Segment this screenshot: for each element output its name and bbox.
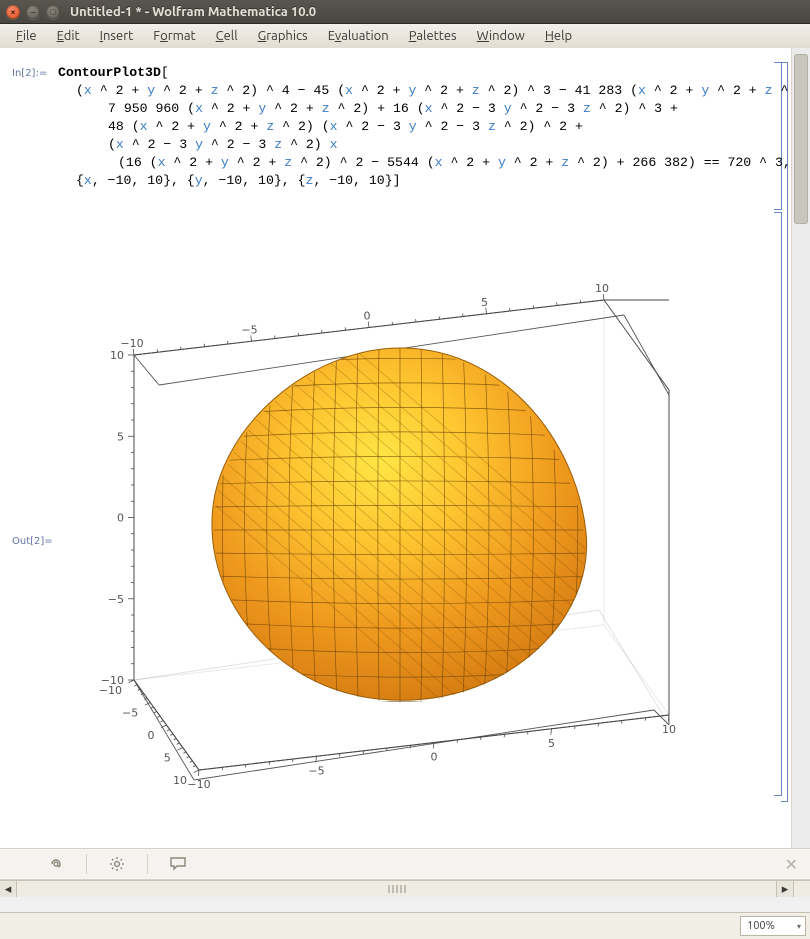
svg-text:5: 5 bbox=[481, 296, 488, 309]
window-maximize-button[interactable] bbox=[46, 5, 60, 19]
svg-text:−5: −5 bbox=[108, 593, 124, 606]
svg-text:−5: −5 bbox=[241, 323, 257, 336]
scroll-corner bbox=[793, 881, 810, 897]
svg-text:10: 10 bbox=[662, 723, 676, 736]
cell-insertion-bar[interactable]: ✕ bbox=[0, 848, 810, 880]
menu-edit[interactable]: Edit bbox=[47, 27, 90, 45]
svg-text:10: 10 bbox=[110, 349, 124, 362]
menu-window[interactable]: Window bbox=[467, 27, 535, 45]
horizontal-scroll-track[interactable] bbox=[17, 881, 776, 897]
token-function: ContourPlot3D bbox=[58, 65, 161, 80]
output-graphic-3d[interactable]: −10−50510 −10−50510 −10−50510 −10−50510 bbox=[64, 280, 744, 840]
svg-text:0: 0 bbox=[117, 512, 124, 525]
menu-help[interactable]: Help bbox=[535, 27, 582, 45]
menu-file[interactable]: File bbox=[6, 27, 47, 45]
output-label: Out[2]= bbox=[12, 536, 53, 547]
input-label: In[2]:= bbox=[12, 68, 47, 79]
svg-text:0: 0 bbox=[364, 310, 371, 323]
scroll-right-arrow-icon[interactable]: ▸ bbox=[776, 881, 793, 897]
svg-text:−10: −10 bbox=[187, 778, 210, 791]
menu-evaluation[interactable]: Evaluation bbox=[318, 27, 399, 45]
window-title: Untitled-1 * - Wolfram Mathematica 10.0 bbox=[70, 5, 316, 19]
svg-text:−10: −10 bbox=[101, 674, 124, 687]
svg-text:0: 0 bbox=[431, 751, 438, 764]
close-icon[interactable]: ✕ bbox=[785, 855, 798, 874]
chevron-down-icon: ▾ bbox=[797, 922, 801, 931]
svg-text:−5: −5 bbox=[122, 707, 138, 720]
svg-text:10: 10 bbox=[595, 282, 609, 295]
menu-palettes[interactable]: Palettes bbox=[399, 27, 467, 45]
input-cell-code[interactable]: ContourPlot3D[ (x ^ 2 + y ^ 2 + z ^ 2) ^… bbox=[58, 64, 762, 190]
svg-text:5: 5 bbox=[164, 752, 171, 765]
status-bar: 100% ▾ bbox=[0, 912, 810, 939]
message-icon[interactable] bbox=[166, 855, 190, 873]
menu-insert[interactable]: Insert bbox=[90, 27, 144, 45]
vertical-scrollbar-thumb[interactable] bbox=[794, 54, 808, 224]
toolbar-divider bbox=[86, 854, 87, 874]
scroll-left-arrow-icon[interactable]: ◂ bbox=[0, 881, 17, 897]
horizontal-scrollbar[interactable]: ◂ ▸ bbox=[0, 880, 810, 897]
zoom-selector[interactable]: 100% ▾ bbox=[740, 916, 806, 936]
menu-format[interactable]: Format bbox=[143, 27, 205, 45]
window-titlebar: Untitled-1 * - Wolfram Mathematica 10.0 bbox=[0, 0, 810, 24]
toolbar-divider bbox=[147, 854, 148, 874]
menu-graphics[interactable]: Graphics bbox=[248, 27, 318, 45]
notebook-area: In[2]:= Out[2]= ContourPlot3D[ (x ^ 2 + … bbox=[0, 48, 810, 897]
svg-text:5: 5 bbox=[548, 737, 555, 750]
svg-text:0: 0 bbox=[148, 729, 155, 742]
vertical-scrollbar[interactable] bbox=[791, 48, 810, 848]
zoom-value: 100% bbox=[747, 920, 775, 932]
menu-cell[interactable]: Cell bbox=[206, 27, 248, 45]
window-close-button[interactable] bbox=[6, 5, 20, 19]
at-icon[interactable] bbox=[44, 855, 68, 873]
svg-text:−10: −10 bbox=[120, 337, 143, 350]
window-minimize-button[interactable] bbox=[26, 5, 40, 19]
svg-text:10: 10 bbox=[173, 774, 187, 787]
svg-text:−5: −5 bbox=[308, 764, 324, 777]
cell-bracket-group[interactable] bbox=[774, 62, 788, 798]
cell-bracket-group-outer[interactable] bbox=[781, 62, 788, 802]
gear-icon[interactable] bbox=[105, 855, 129, 873]
menubar: FileEditInsertFormatCellGraphicsEvaluati… bbox=[0, 24, 810, 49]
svg-text:5: 5 bbox=[117, 430, 124, 443]
